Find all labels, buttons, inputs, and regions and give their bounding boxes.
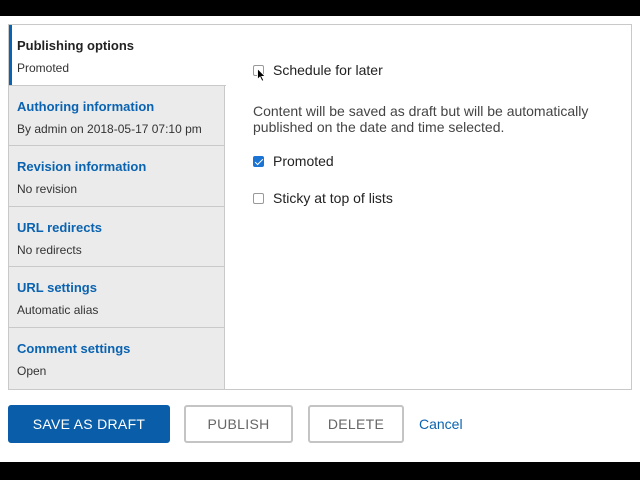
tab-title[interactable]: Revision information — [17, 159, 216, 175]
promoted-label[interactable]: Promoted — [273, 153, 334, 169]
tab-url-settings[interactable]: URL settings Automatic alias — [9, 267, 224, 328]
sticky-option[interactable]: Sticky at top of lists — [253, 190, 393, 206]
tab-title[interactable]: URL redirects — [17, 220, 216, 236]
save-as-draft-button[interactable]: SAVE AS DRAFT — [8, 405, 170, 443]
schedule-for-later-option[interactable]: Schedule for later — [253, 62, 383, 82]
schedule-help-text: Content will be saved as draft but will … — [253, 103, 589, 135]
vertical-tabs-panel: Publishing options Promoted Authoring in… — [8, 24, 632, 390]
vertical-tabs-menu: Publishing options Promoted Authoring in… — [9, 25, 226, 389]
tab-authoring-information[interactable]: Authoring information By admin on 2018-0… — [9, 86, 224, 146]
form-actions: SAVE AS DRAFT PUBLISH DELETE Cancel — [8, 405, 463, 443]
tab-summary: Automatic alias — [17, 303, 99, 317]
tab-title[interactable]: URL settings — [17, 280, 216, 296]
tab-title[interactable]: Comment settings — [17, 341, 216, 357]
tab-title[interactable]: Authoring information — [17, 99, 216, 115]
tab-summary: No revision — [17, 182, 78, 196]
tab-comment-settings[interactable]: Comment settings Open — [9, 328, 224, 389]
sticky-checkbox[interactable] — [253, 192, 264, 204]
tab-title: Publishing options — [17, 38, 134, 53]
delete-button[interactable]: DELETE — [308, 405, 404, 443]
promoted-checkbox[interactable] — [253, 155, 264, 167]
tab-publishing-options[interactable]: Publishing options Promoted — [9, 25, 226, 86]
tab-revision-information[interactable]: Revision information No revision — [9, 146, 224, 207]
tab-summary: No redirects — [17, 242, 82, 257]
schedule-for-later-label[interactable]: Schedule for later — [273, 62, 383, 78]
tab-summary: Promoted — [17, 61, 70, 75]
tab-summary: Open — [17, 363, 47, 378]
tab-summary: By admin on 2018-05-17 07:10 pm — [17, 121, 202, 136]
promoted-option[interactable]: Promoted — [253, 153, 334, 169]
publish-button[interactable]: PUBLISH — [184, 405, 293, 443]
cancel-link[interactable]: Cancel — [419, 416, 463, 432]
tab-url-redirects[interactable]: URL redirects No redirects — [9, 207, 224, 267]
sticky-label[interactable]: Sticky at top of lists — [273, 190, 393, 206]
page: Publishing options Promoted Authoring in… — [0, 16, 640, 462]
mouse-pointer-icon — [257, 68, 267, 82]
